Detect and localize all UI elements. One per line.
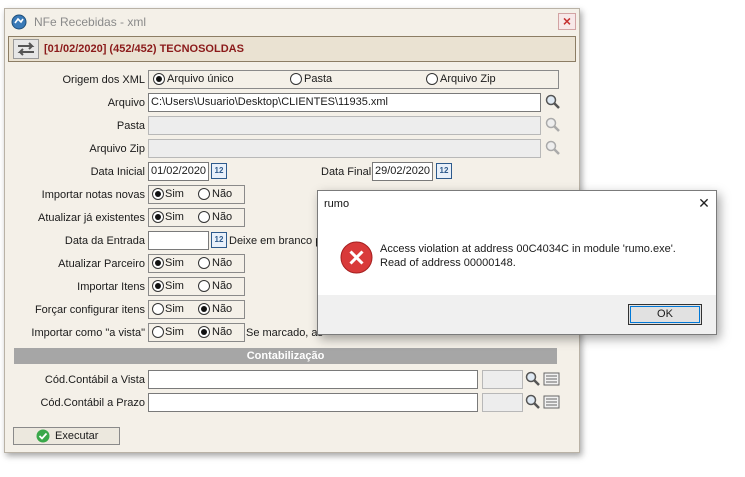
swap-button[interactable]: [13, 39, 39, 59]
atualizar-existentes-sim-label: Sim: [165, 211, 184, 223]
atualizar-existentes-sim-radio[interactable]: [152, 211, 164, 223]
origem-option-arquivo-label: Arquivo único: [167, 73, 234, 85]
dialog-footer: OK: [318, 295, 716, 334]
pasta-label: Pasta: [116, 120, 145, 132]
importar-novas-nao-label: Não: [212, 188, 233, 200]
importar-vista-label: Importar como "a vista": [31, 327, 145, 339]
arquivo-zip-input[interactable]: [148, 139, 541, 158]
importar-novas-sim-radio[interactable]: [152, 188, 164, 200]
atualizar-parceiro-sim-radio[interactable]: [152, 257, 164, 269]
atualizar-existentes-nao-label: Não: [212, 211, 233, 223]
atualizar-parceiro-radio-group: Sim Não: [148, 254, 245, 273]
importar-vista-nao-label: Não: [212, 326, 233, 338]
pasta-input[interactable]: [148, 116, 541, 135]
origem-option-zip-radio[interactable]: [426, 73, 438, 85]
importar-itens-radio-group: Sim Não: [148, 277, 245, 296]
data-entrada-input[interactable]: [148, 231, 209, 250]
arquivo-label: Arquivo: [107, 97, 145, 109]
origem-option-pasta-label: Pasta: [304, 73, 333, 85]
atualizar-existentes-label: Atualizar já existentes: [38, 212, 145, 224]
check-icon: [36, 429, 50, 443]
dialog-message-line1: Access violation at address 00C4034C in …: [380, 243, 676, 255]
importar-vista-nao-radio[interactable]: [198, 326, 210, 338]
data-final-calendar-icon[interactable]: 12: [436, 163, 452, 179]
data-inicial-input[interactable]: 01/02/2020: [148, 162, 209, 181]
header-text: [01/02/2020] (452/452) TECNOSOLDAS: [44, 43, 244, 55]
error-icon: [340, 241, 373, 274]
importar-novas-sim-label: Sim: [165, 188, 184, 200]
pasta-magnifier-icon[interactable]: [544, 116, 562, 134]
importar-novas-radio-group: Sim Não: [148, 185, 245, 204]
arquivo-zip-label: Arquivo Zip: [89, 143, 145, 155]
app-globe-icon: [11, 14, 27, 30]
error-dialog: rumo ✕ Access violation at address 00C40…: [317, 190, 717, 335]
dialog-message-line2: Read of address 00000148.: [380, 257, 516, 269]
origem-radio-group: Arquivo único Pasta Arquivo Zip: [148, 70, 559, 89]
data-entrada-calendar-icon[interactable]: 12: [211, 232, 227, 248]
cod-vista-desc-field: [482, 370, 523, 389]
data-inicial-label: Data Inicial: [90, 166, 145, 178]
data-entrada-label: Data da Entrada: [64, 235, 145, 247]
arquivo-input[interactable]: C:\Users\Usuario\Desktop\CLIENTES\11935.…: [148, 93, 541, 112]
data-inicial-calendar-icon[interactable]: 12: [211, 163, 227, 179]
cod-prazo-input[interactable]: [148, 393, 478, 412]
importar-vista-hint: Se marcado, as: [246, 327, 324, 339]
cod-vista-input[interactable]: [148, 370, 478, 389]
data-final-input[interactable]: 29/02/2020: [372, 162, 433, 181]
atualizar-parceiro-nao-label: Não: [212, 257, 233, 269]
window-title: NFe Recebidas - xml: [34, 15, 147, 29]
dialog-title: rumo: [324, 198, 350, 210]
header-bar: [01/02/2020] (452/452) TECNOSOLDAS: [8, 36, 576, 62]
origem-option-zip-label: Arquivo Zip: [440, 73, 496, 85]
importar-novas-nao-radio[interactable]: [198, 188, 210, 200]
forcar-configurar-sim-label: Sim: [165, 303, 184, 315]
dialog-body: Access violation at address 00C4034C in …: [318, 217, 716, 295]
origem-option-pasta-radio[interactable]: [290, 73, 302, 85]
cod-vista-magnifier-icon[interactable]: [524, 370, 542, 388]
origem-option-arquivo-radio[interactable]: [153, 73, 165, 85]
cod-prazo-list-icon[interactable]: [543, 394, 560, 410]
atualizar-existentes-radio-group: Sim Não: [148, 208, 245, 227]
arquivo-zip-magnifier-icon[interactable]: [544, 139, 562, 157]
dialog-close-button[interactable]: ✕: [693, 193, 715, 213]
atualizar-parceiro-sim-label: Sim: [165, 257, 184, 269]
cod-prazo-label: Cód.Contábil a Prazo: [40, 397, 145, 409]
atualizar-existentes-nao-radio[interactable]: [198, 211, 210, 223]
cod-prazo-magnifier-icon[interactable]: [524, 393, 542, 411]
contabilizacao-header: Contabilização: [14, 348, 557, 364]
cod-vista-label: Cód.Contábil a Vista: [44, 374, 145, 386]
atualizar-parceiro-label: Atualizar Parceiro: [58, 258, 145, 270]
swap-arrows-icon: [17, 42, 35, 56]
forcar-configurar-radio-group: Sim Não: [148, 300, 245, 319]
importar-itens-sim-label: Sim: [165, 280, 184, 292]
importar-itens-nao-label: Não: [212, 280, 233, 292]
title-bar: NFe Recebidas - xml ×: [5, 9, 579, 35]
importar-vista-sim-label: Sim: [165, 326, 184, 338]
origem-label: Origem dos XML: [62, 74, 145, 86]
window-close-button[interactable]: ×: [558, 13, 576, 30]
forcar-configurar-nao-label: Não: [212, 303, 233, 315]
data-entrada-hint: Deixe em branco pa: [229, 235, 328, 247]
ok-button[interactable]: OK: [628, 304, 702, 325]
forcar-configurar-sim-radio[interactable]: [152, 303, 164, 315]
importar-novas-label: Importar notas novas: [41, 189, 145, 201]
execute-button[interactable]: Executar: [13, 427, 120, 445]
importar-itens-nao-radio[interactable]: [198, 280, 210, 292]
cod-prazo-desc-field: [482, 393, 523, 412]
forcar-configurar-label: Forçar configurar itens: [34, 304, 145, 316]
forcar-configurar-nao-radio[interactable]: [198, 303, 210, 315]
atualizar-parceiro-nao-radio[interactable]: [198, 257, 210, 269]
importar-itens-label: Importar Itens: [77, 281, 145, 293]
cod-vista-list-icon[interactable]: [543, 371, 560, 387]
execute-label: Executar: [55, 430, 99, 442]
importar-vista-radio-group: Sim Não: [148, 323, 245, 342]
arquivo-magnifier-icon[interactable]: [544, 93, 562, 111]
importar-itens-sim-radio[interactable]: [152, 280, 164, 292]
importar-vista-sim-radio[interactable]: [152, 326, 164, 338]
data-final-label: Data Final: [321, 166, 372, 178]
